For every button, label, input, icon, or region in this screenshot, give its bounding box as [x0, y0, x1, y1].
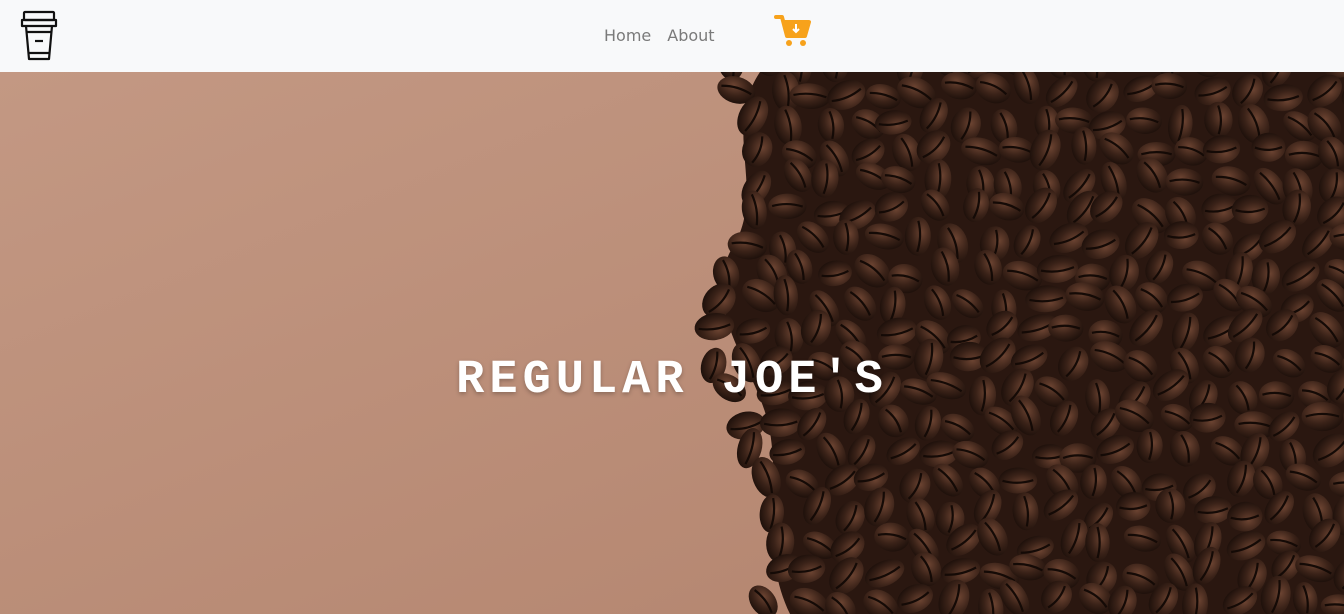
- navbar: Home About: [0, 0, 1344, 72]
- nav-links: Home About: [604, 22, 715, 48]
- nav-home-link[interactable]: Home: [604, 26, 651, 45]
- coffee-beans-image: [0, 72, 1344, 614]
- hero-title: REGULAR JOE'S: [456, 354, 888, 407]
- hero-banner: REGULAR JOE'S: [0, 72, 1344, 614]
- shopping-cart-icon[interactable]: [774, 14, 812, 48]
- nav-about-link[interactable]: About: [667, 26, 714, 45]
- coffee-cup-icon[interactable]: [18, 9, 60, 63]
